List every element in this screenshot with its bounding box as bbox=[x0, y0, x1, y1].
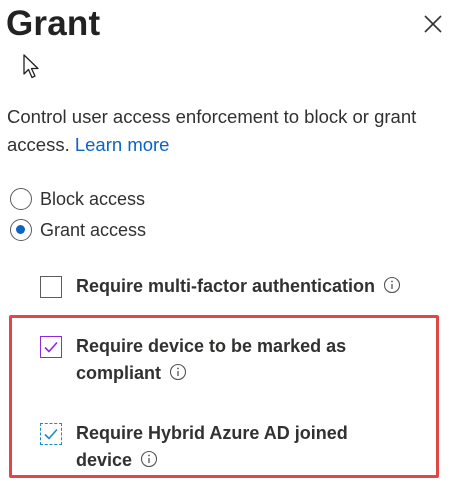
requirement-hybrid-azure-ad[interactable]: Require Hybrid Azure AD joined device bbox=[40, 423, 390, 474]
radio-grant-access[interactable]: Grant access bbox=[10, 217, 146, 243]
requirement-compliant-device[interactable]: Require device to be marked as compliant bbox=[40, 336, 420, 387]
requirement-label-text: Require device to be marked as compliant bbox=[76, 336, 347, 383]
description-text: Control user access enforcement to block… bbox=[7, 106, 417, 155]
info-icon[interactable] bbox=[169, 363, 187, 381]
checkmark-icon bbox=[44, 428, 58, 440]
requirement-label: Require Hybrid Azure AD joined device bbox=[76, 420, 390, 474]
radio-button[interactable] bbox=[10, 188, 32, 210]
requirement-mfa[interactable]: Require multi-factor authentication bbox=[40, 276, 401, 300]
requirement-label-text: Require multi-factor authentication bbox=[76, 276, 376, 296]
panel-title: Grant bbox=[6, 4, 101, 43]
close-icon[interactable] bbox=[421, 12, 445, 36]
mouse-cursor-icon bbox=[22, 54, 42, 80]
requirement-label: Require multi-factor authentication bbox=[76, 273, 401, 300]
checkmark-icon bbox=[44, 341, 58, 353]
panel-description: Control user access enforcement to block… bbox=[7, 103, 447, 159]
checkbox-compliant-device[interactable] bbox=[40, 336, 62, 358]
checkbox-hybrid-azure-ad[interactable] bbox=[40, 423, 62, 445]
radio-label: Grant access bbox=[40, 219, 147, 240]
checkbox-mfa[interactable] bbox=[40, 276, 62, 298]
learn-more-link[interactable]: Learn more bbox=[75, 134, 170, 155]
radio-label: Block access bbox=[40, 188, 146, 209]
grant-panel: Grant Control user access enforcement to… bbox=[0, 0, 450, 490]
requirement-label-text: Require Hybrid Azure AD joined device bbox=[76, 423, 348, 470]
requirement-label: Require device to be marked as compliant bbox=[76, 333, 420, 387]
info-icon[interactable] bbox=[383, 276, 401, 294]
radio-button-selected[interactable] bbox=[10, 219, 32, 241]
radio-block-access[interactable]: Block access bbox=[10, 186, 145, 212]
info-icon[interactable] bbox=[140, 450, 158, 468]
